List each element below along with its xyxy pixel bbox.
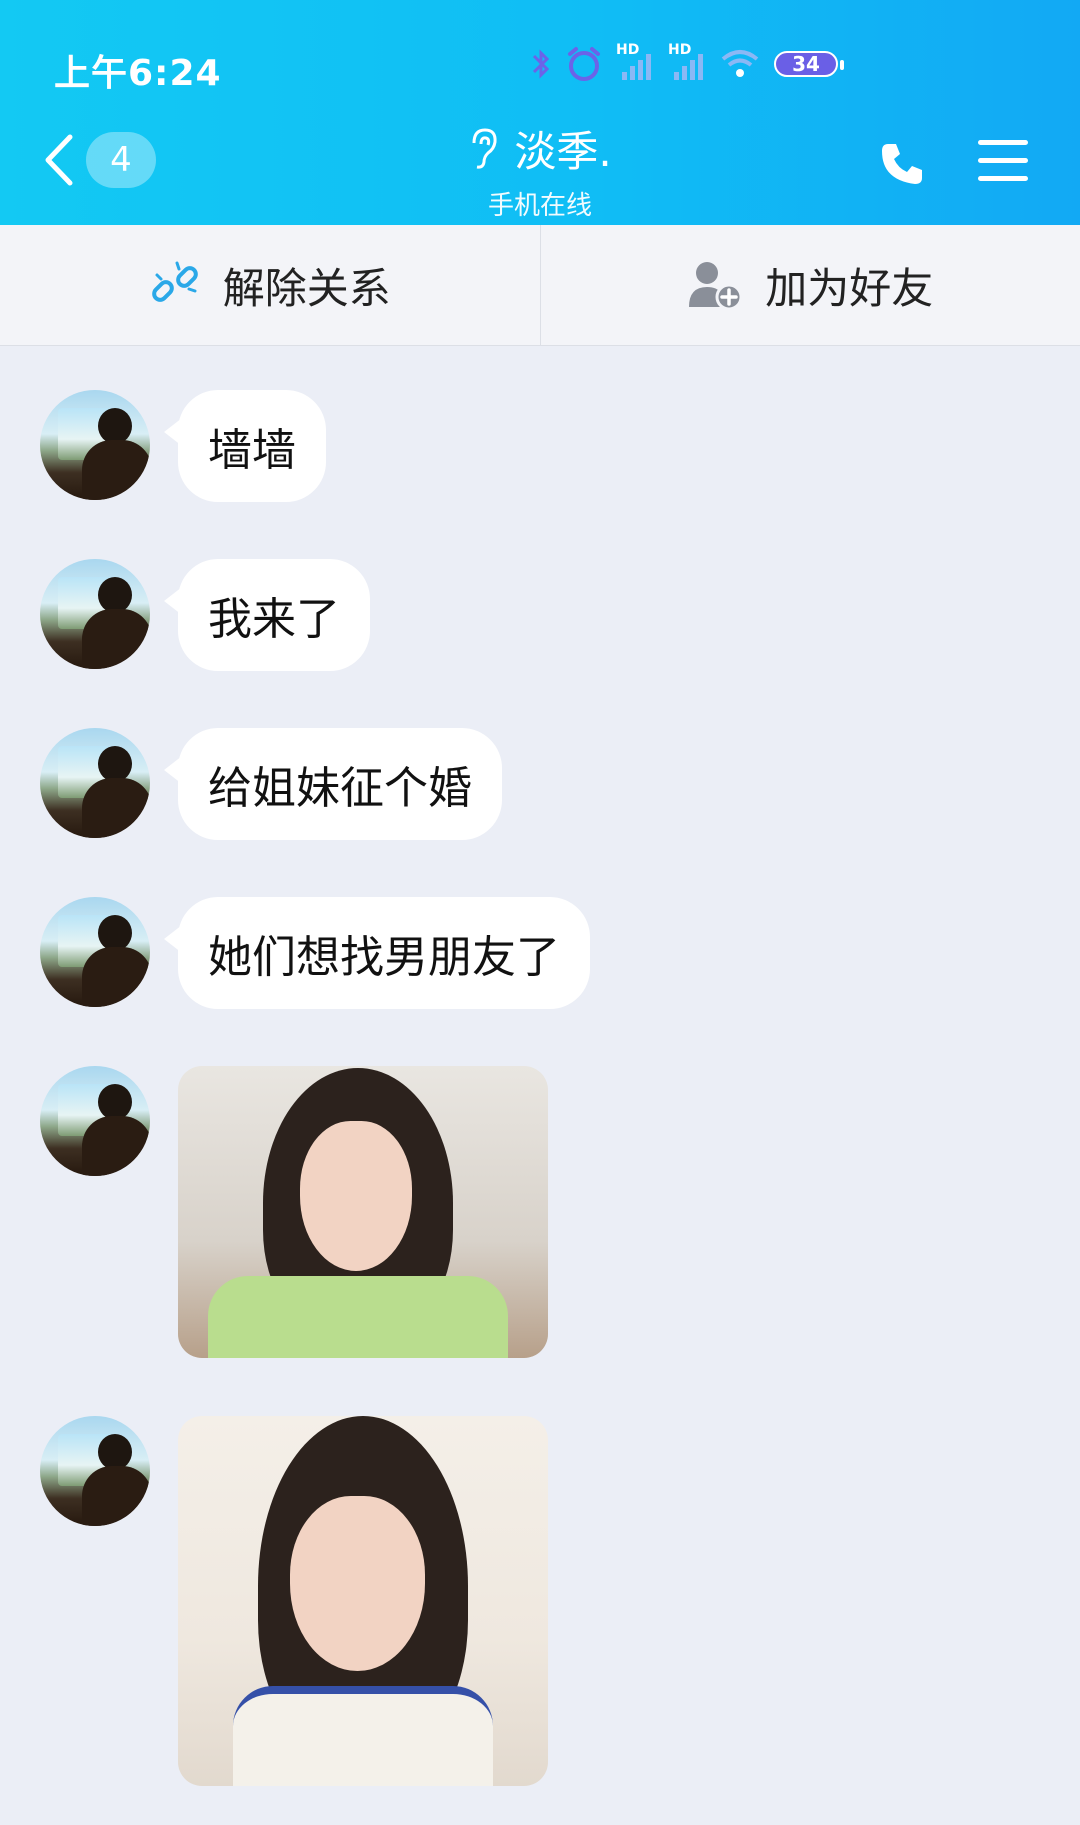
avatar[interactable] (40, 390, 150, 500)
message-bubble[interactable]: 她们想找男朋友了 (164, 897, 590, 1009)
avatar[interactable] (40, 1066, 150, 1176)
add-friend-label: 加为好友 (765, 263, 934, 313)
avatar[interactable] (40, 897, 150, 1007)
message-row: 给姐妹征个婚 (40, 728, 502, 840)
image-message[interactable] (178, 1066, 548, 1358)
status-icons: HD HD 34 (530, 42, 844, 84)
battery-level: 34 (792, 52, 820, 76)
message-bubble[interactable]: 我来了 (164, 559, 370, 671)
contact-name: 淡季. (514, 127, 612, 176)
unread-badge: 4 (86, 132, 156, 188)
signal-1: HD (616, 42, 654, 82)
signal-bars-icon (622, 54, 651, 80)
message-bubble[interactable]: 墙墙 (164, 390, 326, 502)
add-user-icon (689, 262, 743, 311)
remove-relation-label: 解除关系 (222, 263, 391, 313)
message-row: 她们想找男朋友了 (40, 897, 590, 1009)
battery-indicator: 34 (774, 51, 844, 77)
chat-title-area[interactable]: 淡季. 手机在线 (430, 118, 650, 222)
alarm-icon (568, 47, 600, 81)
remove-relation-button[interactable]: 解除关系 (0, 225, 540, 345)
message-row (40, 1066, 548, 1358)
relation-action-bar: 解除关系 加为好友 (0, 225, 1080, 346)
wifi-icon (721, 50, 759, 77)
message-row: 我来了 (40, 559, 370, 671)
contact-status: 手机在线 (487, 191, 592, 221)
signal-2: HD (668, 42, 706, 82)
avatar[interactable] (40, 728, 150, 838)
bluetooth-icon (532, 49, 550, 79)
signal-bars-icon (674, 54, 703, 80)
chat-header: 上午6:24 HD HD 34 4 淡季. 手机在线 (0, 0, 1080, 225)
message-bubble[interactable]: 给姐妹征个婚 (164, 728, 502, 840)
back-button[interactable]: 4 (42, 132, 156, 188)
message-row (40, 1416, 548, 1786)
ear-icon (472, 127, 497, 169)
image-message[interactable] (178, 1416, 548, 1786)
phone-icon[interactable] (878, 140, 926, 188)
avatar[interactable] (40, 1416, 150, 1526)
avatar[interactable] (40, 559, 150, 669)
back-arrow-icon (45, 134, 73, 186)
message-row: 墙墙 (40, 390, 326, 502)
status-time: 上午6:24 (54, 53, 222, 94)
add-friend-button[interactable]: 加为好友 (539, 225, 1080, 345)
menu-icon[interactable] (978, 140, 1028, 194)
broken-link-icon (151, 261, 198, 302)
